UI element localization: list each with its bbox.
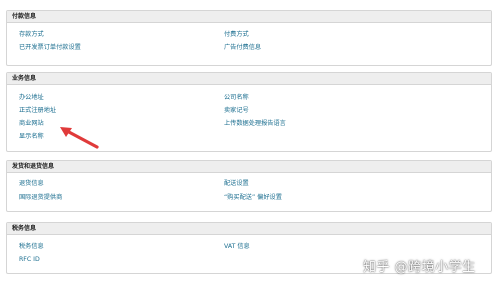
shipping-returns-header: 发货和退货信息 <box>7 161 491 173</box>
tax-info-header: 税务信息 <box>7 223 491 235</box>
buy-shipping-preferences-link[interactable]: “购买配送” 偏好设置 <box>224 194 282 202</box>
shipping-settings-link[interactable]: 配送设置 <box>224 180 249 188</box>
business-website-link[interactable]: 商业网站 <box>19 120 44 128</box>
company-name-link[interactable]: 公司名称 <box>224 94 249 102</box>
registered-address-link[interactable]: 正式注册地址 <box>19 107 56 115</box>
seller-token-link[interactable]: 卖家记号 <box>224 107 249 115</box>
rfc-id-link[interactable]: RFC ID <box>19 256 40 264</box>
charge-method-link[interactable]: 付费方式 <box>224 31 249 39</box>
annotation-arrow-icon <box>60 127 99 149</box>
office-address-link[interactable]: 办公地址 <box>19 94 44 102</box>
payment-info-section: 付款信息 存款方式 已开发票订单付款设置 付费方式 广告付费信息 <box>6 10 492 66</box>
advertising-payment-info-link[interactable]: 广告付费信息 <box>224 44 261 52</box>
display-name-link[interactable]: 显示名称 <box>19 133 44 141</box>
shipping-returns-section: 发货和退货信息 退货信息 国际退货提供商 配送设置 “购买配送” 偏好设置 <box>6 160 492 212</box>
upload-report-language-link[interactable]: 上传数据处理报告语言 <box>224 120 286 128</box>
vat-info-link[interactable]: VAT 信息 <box>224 243 250 251</box>
international-returns-provider-link[interactable]: 国际退货提供商 <box>19 194 62 202</box>
watermark: 知乎 @跨境小学生 <box>363 260 476 275</box>
deposit-method-link[interactable]: 存款方式 <box>19 31 44 39</box>
return-info-link[interactable]: 退货信息 <box>19 180 44 188</box>
business-info-header: 业务信息 <box>7 73 491 85</box>
invoiced-order-payment-settings-link[interactable]: 已开发票订单付款设置 <box>19 44 81 52</box>
tax-info-link[interactable]: 税务信息 <box>19 243 44 251</box>
payment-info-header: 付款信息 <box>7 11 491 23</box>
